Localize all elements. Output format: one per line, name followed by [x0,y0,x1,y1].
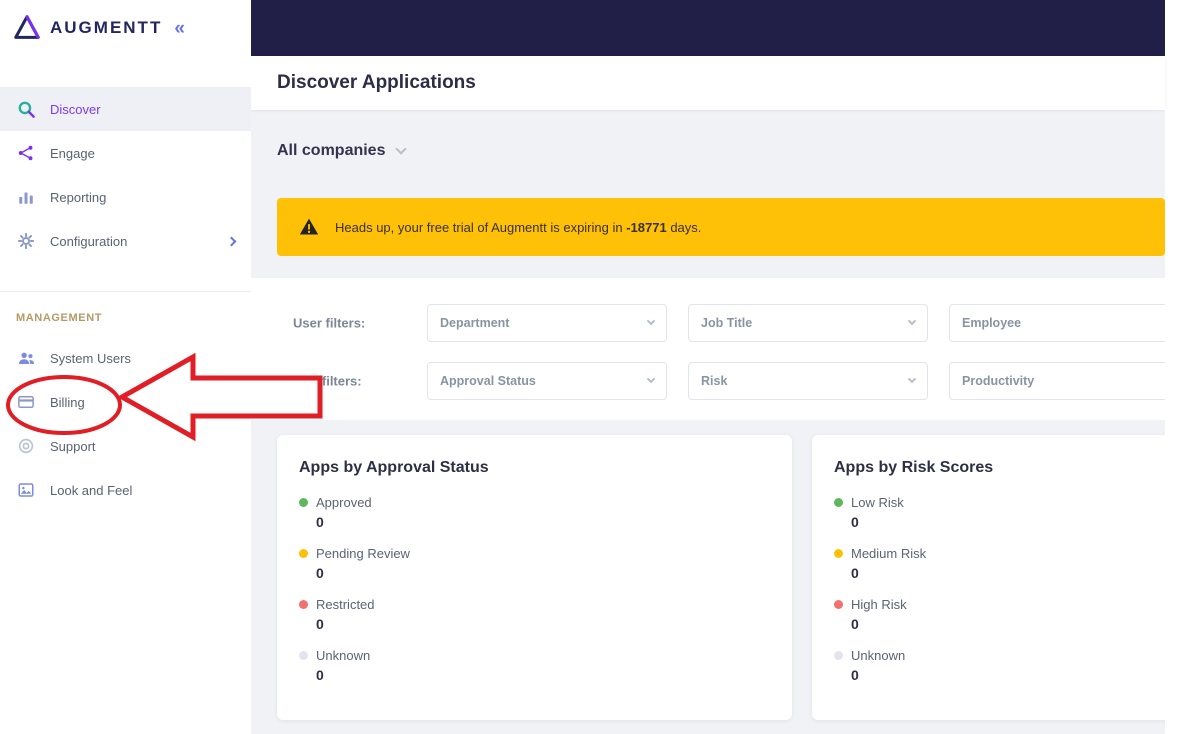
warning-icon [299,217,319,237]
legend-value: 0 [316,667,324,683]
brand-name: AUGMENTT [50,18,163,37]
legend-item-low-risk: Low Risk 0 [834,495,1165,530]
approval-status-dropdown[interactable]: Approval Status [427,362,667,400]
employee-dropdown[interactable]: Employee [949,304,1165,342]
legend-value: 0 [851,514,859,530]
sidebar-item-label: System Users [50,350,131,366]
sidebar-item-billing[interactable]: Billing [0,380,251,424]
sidebar-item-system-users[interactable]: System Users [0,336,251,380]
sidebar-item-discover[interactable]: Discover [0,87,251,131]
user-filters-row: User filters: Department Job Title Emplo… [251,304,1165,342]
chevron-right-icon [226,236,237,246]
legend-value: 0 [316,565,324,581]
legend-dot [299,600,308,609]
sidebar-item-look-and-feel[interactable]: Look and Feel [0,468,251,512]
sidebar-item-configuration[interactable]: Configuration [0,219,251,263]
department-dropdown[interactable]: Department [427,304,667,342]
chevron-down-icon [646,374,656,384]
sidebar-item-label: Configuration [50,233,128,249]
legend-item-approved: Approved 0 [299,495,770,530]
productivity-dropdown[interactable]: Productivity [949,362,1165,400]
legend-label: Approved [316,495,372,510]
top-navbar [251,0,1165,56]
approval-status-card: Apps by Approval Status Approved 0 Pendi… [277,435,792,720]
legend-dot [834,549,843,558]
sidebar-item-label: Support [50,438,96,454]
legend-dot [834,651,843,660]
sidebar: AUGMENTT « Discover Engage Reporting Con… [0,0,251,734]
sidebar-header: AUGMENTT « [0,0,251,56]
legend-value: 0 [851,565,859,581]
legend-value: 0 [316,616,324,632]
company-selector-label: All companies [277,142,386,159]
augmentt-logo-icon [12,13,42,43]
trial-days-remaining: -18771 [626,219,667,235]
sidebar-item-label: Look and Feel [50,482,133,498]
sidebar-divider [0,291,251,292]
legend-value: 0 [851,616,859,632]
bar-chart-icon [16,187,36,207]
sidebar-collapse-button[interactable]: « [174,19,185,38]
risk-dropdown[interactable]: Risk [688,362,928,400]
management-section-label: MANAGEMENT [16,312,103,324]
legend-label: Restricted [316,597,375,612]
gear-icon [16,231,36,251]
management-nav: System Users Billing Support Look and Fe… [0,336,251,512]
search-icon [16,99,36,119]
legend-item-unknown: Unknown 0 [299,648,770,683]
chevron-down-icon [395,143,408,155]
legend-value: 0 [851,667,859,683]
sidebar-item-label: Engage [50,145,95,161]
app-filters-label: App filters: [293,373,362,389]
filters-panel: User filters: Department Job Title Emplo… [251,278,1165,420]
legend-label: Unknown [316,648,371,663]
banner-text: Heads up, your free trial of Augmentt is… [335,219,702,235]
legend-dot [834,600,843,609]
sidebar-item-label: Reporting [50,189,107,205]
legend-label: Low Risk [851,495,904,510]
company-selector[interactable]: All companies [277,142,408,160]
page-title: Discover Applications [277,72,476,93]
legend-dot [299,498,308,507]
legend-item-unknown: Unknown 0 [834,648,1165,683]
user-filters-label: User filters: [293,315,366,331]
support-icon [16,436,36,456]
sidebar-item-support[interactable]: Support [0,424,251,468]
legend-item-medium-risk: Medium Risk 0 [834,546,1165,581]
legend-label: Pending Review [316,546,410,561]
legend-label: Unknown [851,648,906,663]
billing-icon [16,392,36,412]
legend-dot [299,549,308,558]
sidebar-item-label: Discover [50,101,101,117]
network-icon [16,143,36,163]
chevron-down-icon [907,374,917,384]
chevron-down-icon [646,316,656,326]
legend-item-pending-review: Pending Review 0 [299,546,770,581]
chevron-down-icon [907,316,917,326]
legend-dot [834,498,843,507]
sidebar-item-reporting[interactable]: Reporting [0,175,251,219]
legend-item-restricted: Restricted 0 [299,597,770,632]
main-content: All companies Heads up, your free trial … [251,110,1165,734]
look-and-feel-icon [16,480,36,500]
risk-scores-card: Apps by Risk Scores Low Risk 0 Medium Ri… [812,435,1165,720]
primary-nav: Discover Engage Reporting Configuration [0,87,251,263]
job-title-dropdown[interactable]: Job Title [688,304,928,342]
app-filters-row: App filters: Approval Status Risk Produc… [251,362,1165,400]
sidebar-item-label: Billing [50,394,85,410]
users-icon [16,348,36,368]
legend-dot [299,651,308,660]
card-title: Apps by Approval Status [299,459,489,476]
page-header: Discover Applications [251,56,1165,110]
legend-label: Medium Risk [851,546,927,561]
trial-warning-banner: Heads up, your free trial of Augmentt is… [277,198,1165,256]
legend-label: High Risk [851,597,907,612]
card-title: Apps by Risk Scores [834,459,994,476]
legend-value: 0 [316,514,324,530]
legend-item-high-risk: High Risk 0 [834,597,1165,632]
sidebar-item-engage[interactable]: Engage [0,131,251,175]
